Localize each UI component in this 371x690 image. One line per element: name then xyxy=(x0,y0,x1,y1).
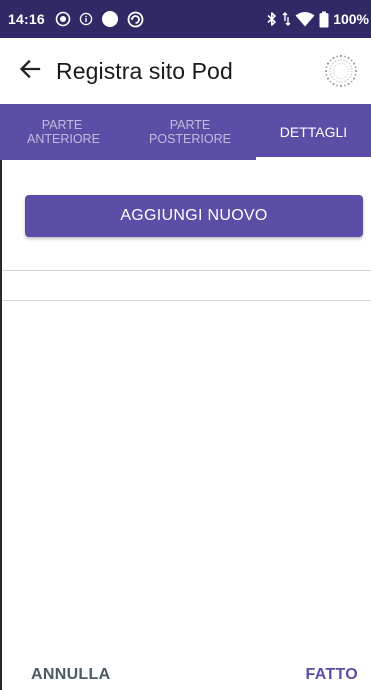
back-button[interactable] xyxy=(0,38,60,104)
notification-dot-icon xyxy=(55,11,71,27)
app-bar: Registra sito Pod xyxy=(0,38,371,104)
cancel-button[interactable]: ANNULLA xyxy=(31,666,110,684)
status-time: 14:16 xyxy=(8,11,45,27)
bottom-action-bar: ANNULLA FATTO xyxy=(0,660,371,690)
tab-label: PARTE POSTERIORE xyxy=(149,118,231,146)
data-arrows-icon xyxy=(282,11,291,27)
tab-label: DETTAGLI xyxy=(279,124,348,140)
battery-level: 100% xyxy=(333,11,369,27)
tab-dettagli[interactable]: DETTAGLI xyxy=(256,104,371,160)
status-bar: 14:16 100% xyxy=(0,0,371,38)
tab-parte-posteriore[interactable]: PARTE POSTERIORE xyxy=(124,104,256,160)
circle-icon xyxy=(101,10,119,28)
bluetooth-icon xyxy=(266,11,278,27)
tab-parte-anteriore[interactable]: PARTE ANTERIORE xyxy=(0,104,124,160)
info-icon xyxy=(79,12,93,26)
wifi-icon xyxy=(295,11,315,27)
sync-icon xyxy=(127,11,144,28)
list-divider xyxy=(2,300,371,301)
battery-icon xyxy=(319,11,329,28)
tab-label: PARTE ANTERIORE xyxy=(27,118,100,146)
done-button[interactable]: FATTO xyxy=(306,666,358,684)
status-icons-left xyxy=(55,10,144,28)
tab-bar: PARTE ANTERIORE PARTE POSTERIORE DETTAGL… xyxy=(0,104,371,160)
pod-logo-icon xyxy=(322,52,360,90)
status-icons-right: 100% xyxy=(266,11,371,28)
add-new-button[interactable]: AGGIUNGI NUOVO xyxy=(25,195,363,237)
page-title: Registra sito Pod xyxy=(56,57,233,84)
list-divider xyxy=(2,270,371,271)
arrow-left-icon xyxy=(19,59,41,84)
